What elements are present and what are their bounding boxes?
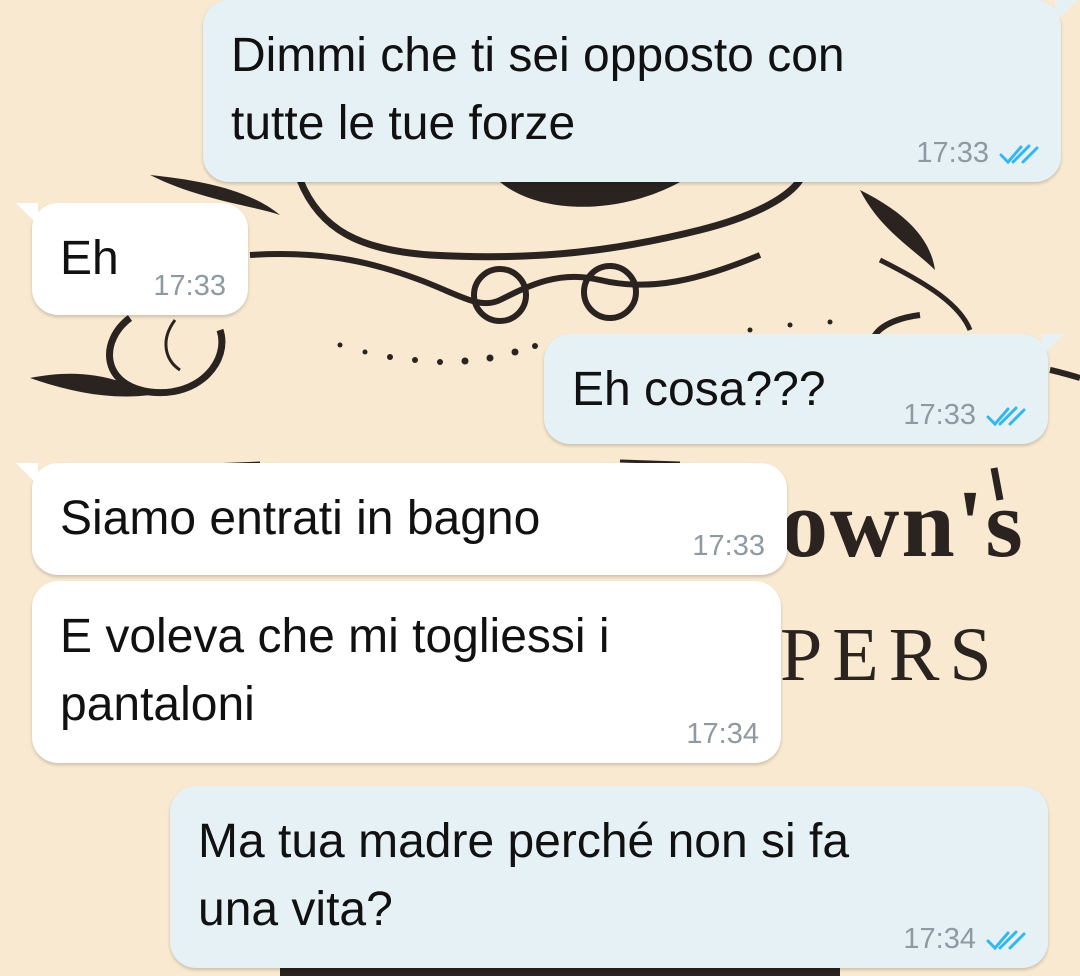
wallpaper-text: own's xyxy=(780,470,1025,577)
double-check-icon xyxy=(986,406,1026,426)
message-text: Dimmi che ti sei opposto con tutte le tu… xyxy=(231,29,845,150)
incoming-message[interactable]: E voleva che mi togliessi i pantaloni 17… xyxy=(32,581,781,763)
message-time: 17:33 xyxy=(692,530,765,562)
message-text: E voleva che mi togliessi i pantaloni xyxy=(60,610,610,731)
message-time: 17:33 xyxy=(153,270,226,302)
message-meta: 17:34 xyxy=(686,718,759,751)
incoming-message[interactable]: Eh 17:33 xyxy=(16,203,248,315)
incoming-message[interactable]: Siamo entrati in bagno 17:33 xyxy=(16,463,787,575)
message-text: Ma tua madre perché non si fa una vita? xyxy=(198,815,850,936)
double-check-icon xyxy=(999,144,1039,164)
message-meta: 17:33 xyxy=(153,270,226,303)
message-meta: 17:33 xyxy=(903,399,1026,432)
message-time: 17:33 xyxy=(916,137,989,169)
message-time: 17:33 xyxy=(903,399,976,431)
message-time: 17:34 xyxy=(903,923,976,955)
message-text: Siamo entrati in bagno xyxy=(60,492,541,545)
message-time: 17:34 xyxy=(686,718,759,750)
double-check-icon xyxy=(986,930,1026,950)
wallpaper-text: PERS xyxy=(780,613,1002,697)
outgoing-message[interactable]: Dimmi che ti sei opposto con tutte le tu… xyxy=(203,0,1077,182)
outgoing-message[interactable]: Ma tua madre perché non si fa una vita? … xyxy=(170,786,1048,968)
outgoing-message[interactable]: Eh cosa??? 17:33 xyxy=(544,334,1064,444)
message-meta: 17:33 xyxy=(692,530,765,563)
message-meta: 17:34 xyxy=(903,923,1026,956)
message-meta: 17:33 xyxy=(916,137,1039,170)
